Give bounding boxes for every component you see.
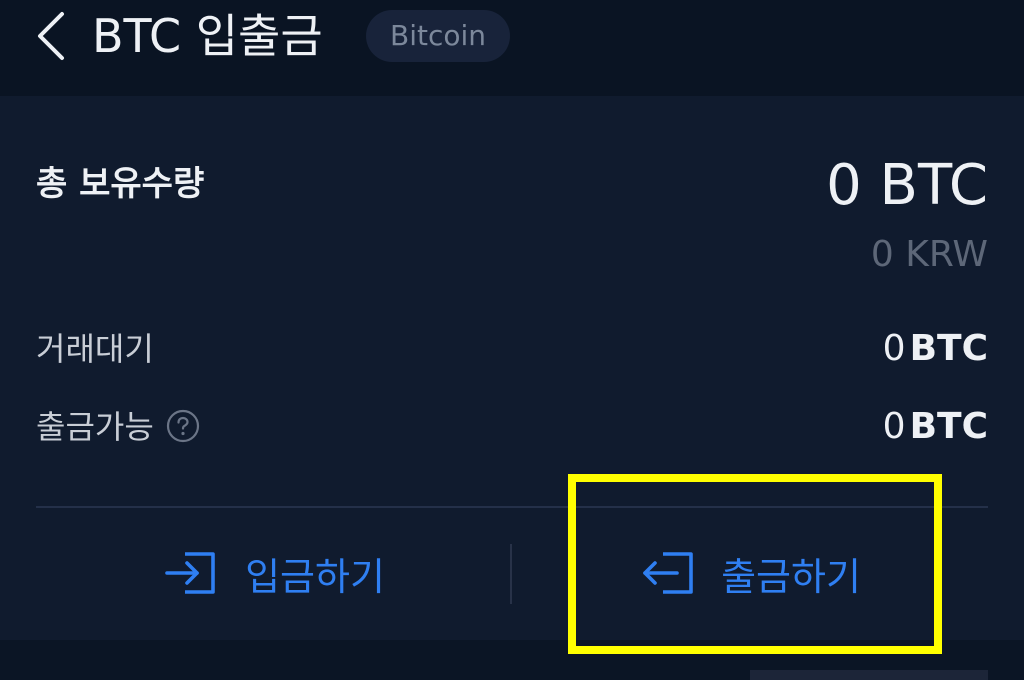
chevron-left-icon xyxy=(38,12,64,60)
page: BTC 입출금 Bitcoin 총 보유수량 0 BTC 0 KRW 거래대기 … xyxy=(0,0,1024,680)
withdraw-label: 출금하기 xyxy=(721,554,861,599)
withdrawable-label: 출금가능 xyxy=(36,408,154,446)
action-separator xyxy=(510,544,512,604)
deposit-button[interactable]: 입금하기 xyxy=(36,514,512,632)
pending-trade-unit: BTC xyxy=(909,328,988,369)
top-header: BTC 입출금 Bitcoin xyxy=(0,0,1024,96)
balance-card: 총 보유수량 0 BTC 0 KRW 거래대기 0 BTC 출금가능 0 BTC 입… xyxy=(0,96,1024,640)
page-title: BTC 입출금 xyxy=(92,9,323,63)
card-divider xyxy=(36,506,988,508)
withdrawable-label-row: 출금가능 xyxy=(36,404,200,450)
question-circle-icon[interactable] xyxy=(166,409,200,443)
back-button[interactable] xyxy=(30,8,74,64)
login-arrow-icon xyxy=(165,552,215,594)
pending-trade-amount: 0 xyxy=(882,328,906,369)
total-holdings-label: 총 보유수량 xyxy=(36,164,205,204)
withdrawable-amount: 0 xyxy=(882,406,906,447)
total-holdings-krw: 0 KRW xyxy=(870,234,988,275)
bottom-partial-element xyxy=(750,670,988,680)
withdraw-button[interactable]: 출금하기 xyxy=(512,514,988,632)
logout-arrow-icon xyxy=(643,552,693,594)
withdrawable-unit: BTC xyxy=(909,406,988,447)
pending-trade-value: 0 BTC xyxy=(883,324,988,374)
withdrawable-value: 0 BTC xyxy=(883,402,988,452)
coin-name-badge: Bitcoin xyxy=(366,10,511,62)
deposit-label: 입금하기 xyxy=(245,554,385,599)
total-holdings-value: 0 BTC xyxy=(826,153,988,218)
pending-trade-label: 거래대기 xyxy=(36,330,154,368)
